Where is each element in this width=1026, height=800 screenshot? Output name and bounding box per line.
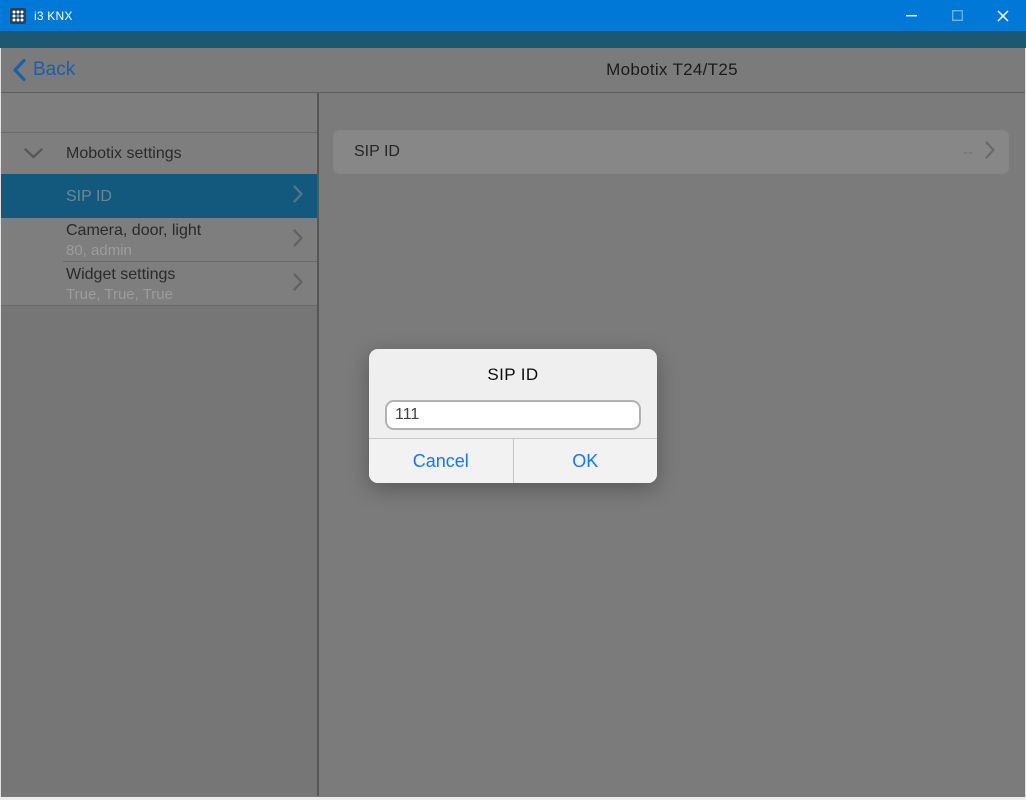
maximize-icon — [952, 10, 963, 21]
sidebar-group-mobotix-settings[interactable]: Mobotix settings — [1, 133, 317, 174]
minimize-icon — [906, 10, 917, 21]
sidebar-filler — [1, 306, 317, 796]
window-title: i3 KNX — [34, 9, 73, 23]
chevron-right-icon — [293, 273, 303, 296]
close-button[interactable] — [980, 0, 1026, 31]
sidebar-item-label: Camera, door, light — [66, 220, 285, 241]
back-label: Back — [33, 59, 75, 81]
chevron-right-icon — [985, 141, 995, 164]
sidebar-item-label: SIP ID — [66, 186, 285, 207]
titlebar: i3 KNX — [0, 0, 1026, 31]
chevron-left-icon — [13, 59, 26, 81]
chevron-right-icon — [293, 185, 303, 208]
dialog-button-row: Cancel OK — [369, 438, 657, 483]
sidebar-item-widget-settings[interactable]: Widget settings True, True, True — [1, 262, 317, 306]
back-button[interactable]: Back — [13, 48, 75, 92]
chevron-down-icon — [1, 148, 66, 159]
maximize-button[interactable] — [934, 0, 980, 31]
sip-id-input[interactable] — [385, 400, 641, 430]
setting-value: -- — [963, 144, 973, 161]
cancel-button[interactable]: Cancel — [369, 439, 514, 483]
close-icon — [997, 10, 1009, 22]
sidebar-group-label: Mobotix settings — [66, 145, 182, 163]
sip-id-setting-row[interactable]: SIP ID -- — [333, 130, 1009, 174]
navigation-bar: Back Mobotix T24/T25 — [1, 48, 1025, 93]
app-window: i3 KNX Back Mobotix T24/T25 — [0, 0, 1026, 800]
sidebar-empty-row — [1, 93, 317, 133]
sip-id-dialog: SIP ID Cancel OK — [369, 349, 657, 483]
app-icon — [10, 8, 26, 24]
row-divider — [1, 305, 317, 306]
minimize-button[interactable] — [888, 0, 934, 31]
sidebar-item-sip-id[interactable]: SIP ID — [1, 174, 317, 218]
dialog-title: SIP ID — [369, 365, 657, 385]
chevron-right-icon — [293, 229, 303, 252]
sidebar-item-camera-door-light[interactable]: Camera, door, light 80, admin — [1, 218, 317, 262]
sidebar-item-subtitle: True, True, True — [66, 285, 285, 305]
accent-strip — [0, 31, 1026, 48]
page-title: Mobotix T24/T25 — [319, 48, 1025, 92]
sidebar-item-subtitle: 80, admin — [66, 241, 285, 261]
setting-label: SIP ID — [354, 143, 963, 161]
sidebar: Mobotix settings SIP ID Camera, door, li… — [1, 93, 319, 796]
ok-button[interactable]: OK — [514, 439, 658, 483]
sidebar-item-label: Widget settings — [66, 264, 285, 285]
